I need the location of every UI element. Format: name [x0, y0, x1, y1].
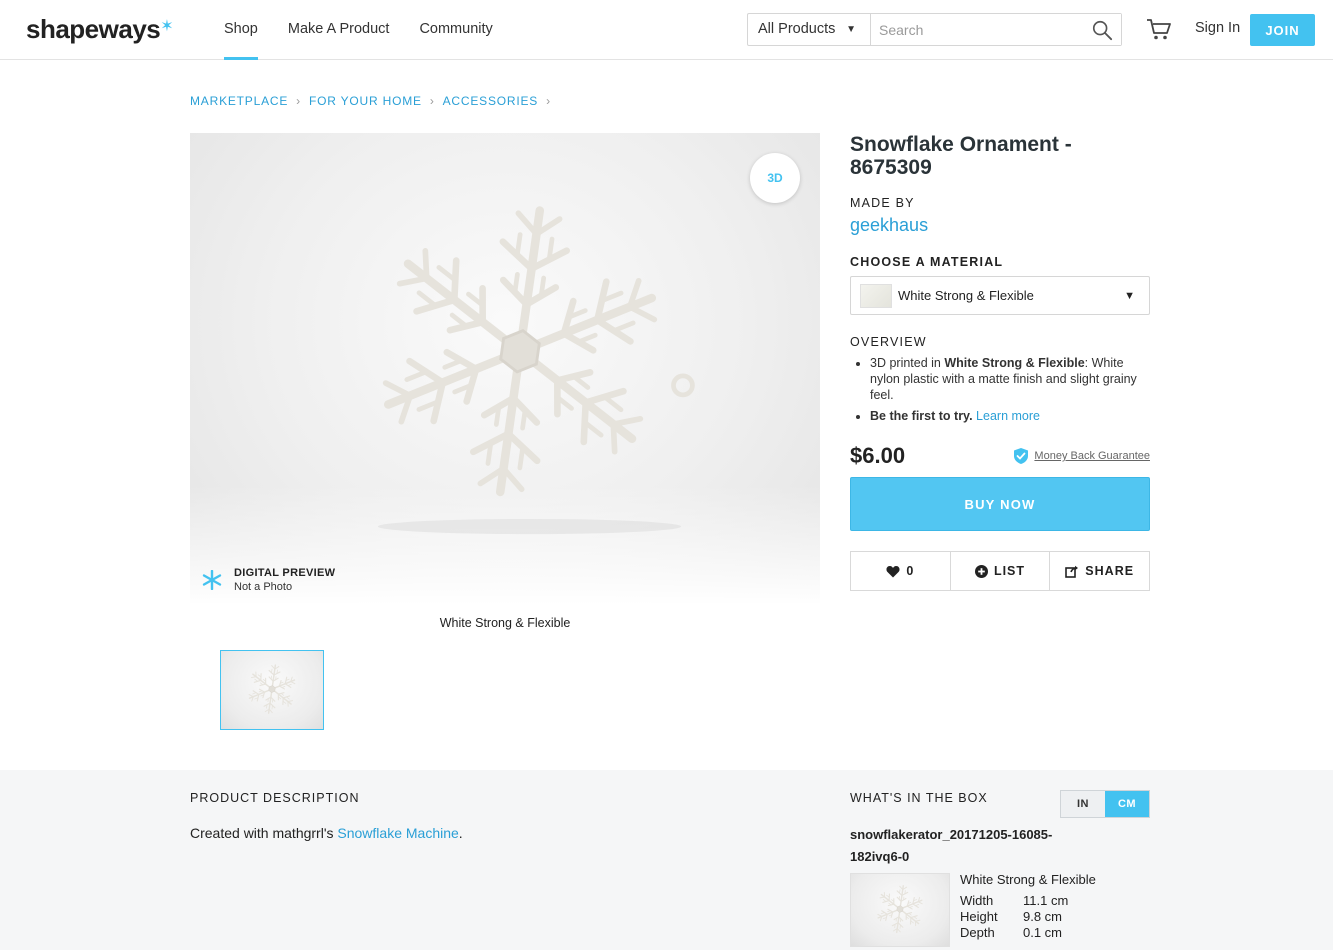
box-thumbnail-snowflake — [851, 874, 949, 946]
product-actions: 0 LIST SHARE — [850, 551, 1150, 591]
product-info: Snowflake Ornament - 8675309 MADE BY gee… — [850, 133, 1150, 591]
nav-make-a-product[interactable]: Make A Product — [288, 0, 390, 60]
box-item-thumbnail — [850, 873, 950, 947]
digital-preview-label: DIGITAL PREVIEW Not a Photo — [202, 567, 335, 593]
image-thumbnail[interactable] — [220, 650, 324, 730]
made-by-label: MADE BY — [850, 196, 915, 210]
product-price: $6.00 — [850, 443, 906, 468]
nav-community[interactable]: Community — [419, 0, 492, 60]
dimension-value: 11.1 cm — [1023, 893, 1069, 908]
breadcrumb-accessories[interactable]: ACCESSORIES — [443, 94, 539, 108]
shapeways-logo[interactable]: shapeways✶ — [26, 14, 174, 45]
plus-circle-icon — [974, 564, 988, 578]
material-select-value: White Strong & Flexible — [898, 288, 1034, 303]
breadcrumb-marketplace[interactable]: MARKETPLACE — [190, 94, 288, 108]
learn-more-link[interactable]: Learn more — [976, 409, 1040, 423]
chevron-right-icon: › — [429, 94, 435, 108]
dimension-name: Depth — [960, 925, 995, 940]
list-label: LIST — [993, 564, 1026, 578]
unit-in-button[interactable]: IN — [1061, 791, 1105, 817]
dimension-name: Height — [960, 909, 998, 924]
sign-in-link[interactable]: Sign In — [1195, 20, 1240, 36]
unit-cm-button[interactable]: CM — [1105, 791, 1149, 817]
unit-toggle: IN CM — [1060, 790, 1150, 818]
search-bar: All Products ▼ — [747, 13, 1122, 46]
choose-material-label: CHOOSE A MATERIAL — [850, 255, 1004, 269]
product-description-label: PRODUCT DESCRIPTION — [190, 791, 360, 805]
dimension-row: Height 9.8 cm — [960, 909, 1068, 925]
category-select[interactable]: All Products ▼ — [748, 14, 871, 45]
dimension-row: Width 11.1 cm — [960, 893, 1068, 909]
box-item-material: White Strong & Flexible — [960, 872, 1096, 887]
preview-title: DIGITAL PREVIEW — [234, 567, 336, 579]
caret-down-icon: ▼ — [1124, 289, 1135, 302]
like-count: 0 — [906, 564, 915, 578]
dimension-row: Depth 0.1 cm — [960, 925, 1068, 941]
snowflake-render — [340, 171, 695, 535]
thumbnail-snowflake — [225, 655, 319, 725]
breadcrumb: MARKETPLACE › FOR YOUR HOME › ACCESSORIE… — [190, 94, 559, 108]
buy-now-button[interactable]: BUY NOW — [850, 477, 1150, 531]
share-button[interactable]: SHARE — [1050, 552, 1149, 590]
material-swatch — [860, 283, 892, 308]
model-filename: snowflakerator_20171205-16085-182ivq6-0 — [850, 827, 1053, 864]
chevron-right-icon: › — [296, 94, 301, 108]
logo-star-icon: ✶ — [160, 18, 174, 35]
cart-icon[interactable] — [1146, 17, 1172, 41]
snowflake-machine-link[interactable]: Snowflake Machine — [337, 825, 458, 841]
share-icon — [1065, 565, 1079, 578]
product-title: Snowflake Ornament - 8675309 — [850, 133, 1072, 179]
overview-label: OVERVIEW — [850, 335, 927, 349]
search-input[interactable] — [871, 14, 1121, 45]
main-nav: Shop Make A Product Community — [224, 0, 523, 60]
site-header: shapeways✶ Shop Make A Product Community… — [0, 0, 1333, 60]
overview-item: Be the first to try. Learn more — [870, 408, 1150, 424]
whats-in-the-box-label: WHAT'S IN THE BOX — [850, 791, 988, 805]
dimensions-table: Width 11.1 cm Height 9.8 cm Depth 0.1 cm — [960, 893, 1068, 941]
search-icon[interactable] — [1091, 19, 1113, 41]
shield-check-icon — [1014, 448, 1029, 464]
breadcrumb-for-your-home[interactable]: FOR YOUR HOME — [309, 94, 422, 108]
heart-icon — [886, 565, 900, 577]
dimension-name: Width — [960, 893, 994, 908]
view-3d-button[interactable]: 3D — [750, 153, 800, 203]
join-button[interactable]: JOIN — [1250, 14, 1315, 46]
maker-link[interactable]: geekhaus — [850, 215, 928, 236]
image-caption: White Strong & Flexible — [439, 616, 571, 630]
overview-item: 3D printed in White Strong & Flexible: W… — [870, 355, 1150, 403]
product-details-section: PRODUCT DESCRIPTION Created with mathgrr… — [0, 770, 1333, 950]
money-back-guarantee-link[interactable]: Money Back Guarantee — [1013, 447, 1150, 465]
material-select[interactable]: White Strong & Flexible ▼ — [850, 276, 1150, 315]
nav-shop[interactable]: Shop — [224, 0, 258, 60]
product-description: Created with mathgrrl's Snowflake Machin… — [190, 825, 463, 841]
dimension-value: 0.1 cm — [1023, 925, 1063, 940]
like-button[interactable]: 0 — [851, 552, 951, 590]
overview-list: 3D printed in White Strong & Flexible: W… — [850, 355, 1150, 429]
share-label: SHARE — [1085, 564, 1135, 578]
shapeways-star-icon — [202, 570, 222, 590]
caret-down-icon: ▼ — [846, 24, 856, 35]
dimension-value: 9.8 cm — [1023, 909, 1063, 924]
product-image[interactable]: 3D DIGITAL PREVIEW Not a Photo — [190, 133, 820, 605]
chevron-right-icon: › — [546, 94, 551, 108]
add-to-list-button[interactable]: LIST — [951, 552, 1051, 590]
preview-subtitle: Not a Photo — [234, 581, 293, 593]
